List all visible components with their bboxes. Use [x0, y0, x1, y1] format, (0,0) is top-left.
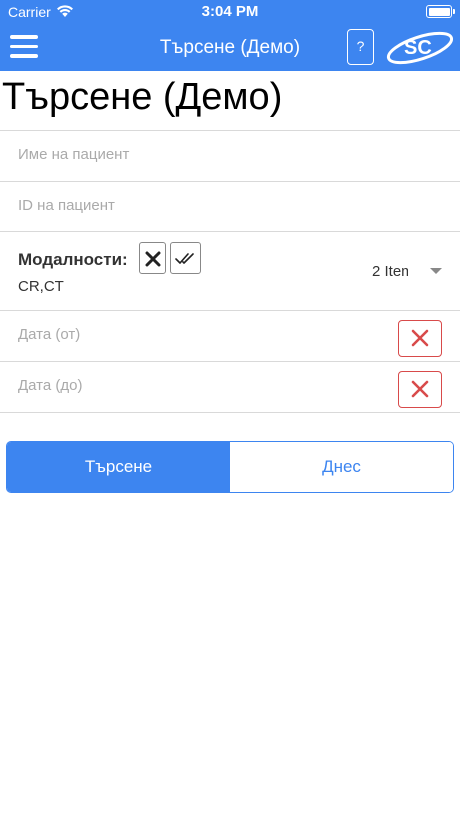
clear-date-to-button[interactable] — [398, 371, 442, 408]
close-icon — [411, 380, 429, 398]
battery-icon — [426, 5, 455, 18]
select-all-modalities-button[interactable] — [170, 242, 201, 274]
patient-name-input[interactable] — [18, 146, 438, 163]
double-check-icon — [175, 253, 194, 264]
status-bar: Carrier 3:04 PM — [0, 0, 460, 24]
patient-name-row — [0, 131, 460, 182]
date-to-field[interactable]: Дата (до) — [18, 377, 82, 394]
today-button[interactable]: Днес — [230, 442, 453, 492]
modalities-label: Модалности: — [18, 250, 128, 269]
clear-date-from-button[interactable] — [398, 320, 442, 357]
action-segmented-control: Търсене Днес — [6, 441, 454, 493]
search-button[interactable]: Търсене — [7, 442, 230, 492]
help-button[interactable]: ? — [347, 29, 374, 65]
close-icon — [145, 251, 161, 267]
nav-bar: Търсене (Демо) ? SC — [0, 24, 460, 71]
svg-text:SC: SC — [404, 37, 432, 59]
status-time: 3:04 PM — [201, 3, 259, 20]
page-title: Търсене (Демо) — [2, 76, 283, 118]
dropdown-caret-icon[interactable] — [430, 268, 442, 274]
modalities-dropdown[interactable]: 2 Items — [372, 263, 408, 280]
sc-logo: SC — [386, 31, 454, 65]
date-from-field[interactable]: Дата (от) — [18, 326, 80, 343]
patient-id-input[interactable] — [18, 197, 438, 214]
modalities-value: CR,CT — [18, 278, 64, 295]
close-icon — [411, 329, 429, 347]
patient-id-row — [0, 182, 460, 232]
clear-modalities-button[interactable] — [139, 242, 166, 274]
